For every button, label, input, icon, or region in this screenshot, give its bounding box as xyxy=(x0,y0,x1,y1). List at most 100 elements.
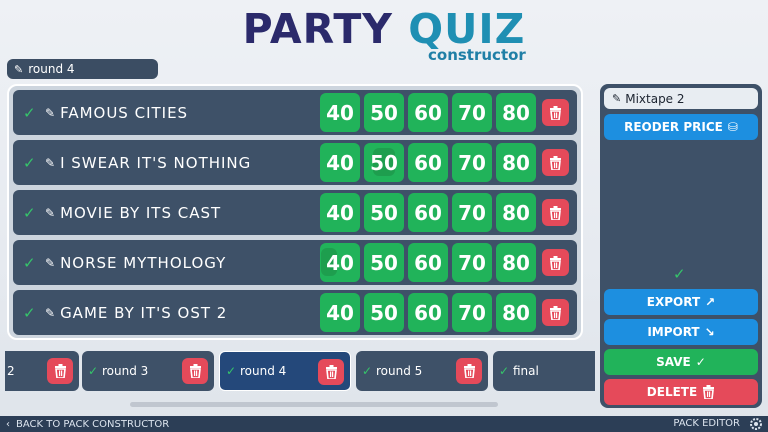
round-tabs: 2 ✓ round 3 ✓ round 4 ✓ round 5 ✓ final xyxy=(5,351,595,391)
logo-title-party: PARTY xyxy=(242,5,409,53)
export-button[interactable]: EXPORT ↗ xyxy=(604,289,758,315)
save-button[interactable]: SAVE ✓ xyxy=(604,349,758,375)
price-buttons: 40 50 60 70 80 xyxy=(320,193,536,232)
check-icon: ✓ xyxy=(362,364,373,378)
price-button[interactable]: 60 xyxy=(408,143,448,182)
pencil-icon[interactable]: ✎ xyxy=(45,306,55,320)
pencil-icon[interactable]: ✎ xyxy=(45,206,55,220)
back-label: BACK TO PACK CONSTRUCTOR xyxy=(16,418,170,430)
price-button[interactable]: 70 xyxy=(452,143,492,182)
check-icon: ✓ xyxy=(23,103,36,122)
price-button[interactable]: 50 xyxy=(364,193,404,232)
export-arrow-icon: ↗ xyxy=(705,295,716,309)
tabs-scrollbar[interactable] xyxy=(130,402,498,407)
round-tab-label: round 3 xyxy=(102,364,149,378)
price-button[interactable]: 70 xyxy=(452,193,492,232)
category-name[interactable]: NORSE MYTHOLOGY xyxy=(60,254,310,272)
reorder-price-label: REODER PRICE xyxy=(624,120,723,134)
pencil-icon: ✎ xyxy=(612,92,622,105)
category-name[interactable]: I SWEAR IT'S NOTHING xyxy=(60,154,310,172)
gear-icon[interactable] xyxy=(749,417,763,431)
logo-subtitle: constructor xyxy=(428,46,526,64)
trash-icon xyxy=(550,205,561,220)
price-button[interactable]: 40 xyxy=(320,193,360,232)
category-name[interactable]: MOVIE BY ITS CAST xyxy=(60,204,310,222)
check-icon: ✓ xyxy=(23,303,36,322)
category-row: ✓ ✎ GAME BY IT'S OST 2 40 50 60 70 80 xyxy=(13,290,577,335)
round-tab[interactable]: ✓ round 5 xyxy=(356,351,488,391)
pack-name-field[interactable]: ✎ Mixtape 2 xyxy=(604,88,758,109)
price-button[interactable]: 60 xyxy=(408,93,448,132)
price-button[interactable]: 80 xyxy=(496,93,536,132)
trash-icon xyxy=(189,364,201,378)
pencil-icon: ✎ xyxy=(14,62,24,76)
pencil-icon[interactable]: ✎ xyxy=(45,156,55,170)
price-button[interactable]: 50 xyxy=(364,143,404,182)
pack-side-panel: ✎ Mixtape 2 REODER PRICE ⛁ ✓ EXPORT ↗ IM… xyxy=(600,84,762,408)
price-button[interactable]: 40 xyxy=(320,93,360,132)
pencil-icon[interactable]: ✎ xyxy=(45,256,55,270)
trash-icon xyxy=(550,105,561,120)
delete-round-button[interactable] xyxy=(318,359,344,385)
trash-icon xyxy=(325,365,337,379)
price-button[interactable]: 40 xyxy=(320,143,360,182)
delete-round-button[interactable] xyxy=(182,358,208,384)
price-button[interactable]: 50 xyxy=(364,93,404,132)
back-link[interactable]: ‹ BACK TO PACK CONSTRUCTOR xyxy=(6,419,169,430)
logo: PARTY QUIZ constructor xyxy=(0,4,768,64)
pack-editor-label: PACK EDITOR xyxy=(673,418,740,429)
trash-icon xyxy=(550,255,561,270)
price-value: 40 xyxy=(326,250,354,275)
reorder-price-button[interactable]: REODER PRICE ⛁ xyxy=(604,114,758,140)
round-name-field[interactable]: ✎ round 4 xyxy=(7,59,158,79)
round-tab[interactable]: 2 xyxy=(5,351,79,391)
chevron-left-icon: ‹ xyxy=(6,418,10,430)
price-button[interactable]: 60 xyxy=(408,293,448,332)
trash-icon xyxy=(550,305,561,320)
category-name[interactable]: FAMOUS CITIES xyxy=(60,104,310,122)
round-tab-label: round 4 xyxy=(240,364,287,378)
import-button[interactable]: IMPORT ↘ xyxy=(604,319,758,345)
check-icon: ✓ xyxy=(226,364,237,378)
trash-icon xyxy=(550,155,561,170)
round-name-text: round 4 xyxy=(28,62,75,76)
app-root: PARTY QUIZ constructor ✎ round 4 ✓ ✎ FAM… xyxy=(0,0,768,432)
price-button[interactable]: 70 xyxy=(452,93,492,132)
price-button[interactable]: 70 xyxy=(452,293,492,332)
logo-title: PARTY QUIZ xyxy=(0,4,768,54)
delete-category-button[interactable] xyxy=(542,299,569,326)
check-icon: ✓ xyxy=(88,364,99,378)
price-button[interactable]: 40 xyxy=(320,293,360,332)
price-button[interactable]: 60 xyxy=(408,193,448,232)
pack-name-text: Mixtape 2 xyxy=(625,91,685,106)
delete-pack-button[interactable]: DELETE xyxy=(604,379,758,405)
pencil-icon[interactable]: ✎ xyxy=(45,106,55,120)
export-label: EXPORT xyxy=(646,295,701,309)
delete-round-button[interactable] xyxy=(47,358,73,384)
delete-round-button[interactable] xyxy=(456,358,482,384)
trash-icon xyxy=(463,364,475,378)
round-tab-label: 2 xyxy=(7,364,15,378)
round-tab-active[interactable]: ✓ round 4 xyxy=(219,351,351,391)
category-name[interactable]: GAME BY IT'S OST 2 xyxy=(60,304,310,322)
price-button[interactable]: 70 xyxy=(452,243,492,282)
check-icon: ✓ xyxy=(673,265,686,283)
round-tab[interactable]: ✓ round 3 xyxy=(82,351,214,391)
price-button[interactable]: 80 xyxy=(496,243,536,282)
price-button[interactable]: 80 xyxy=(496,293,536,332)
price-buttons: 40 50 60 70 80 xyxy=(320,293,536,332)
delete-label: DELETE xyxy=(646,385,698,399)
delete-category-button[interactable] xyxy=(542,99,569,126)
round-tab[interactable]: ✓ final xyxy=(493,351,595,391)
price-button[interactable]: 80 xyxy=(496,193,536,232)
price-button[interactable]: 50 xyxy=(364,293,404,332)
price-button[interactable]: 60 xyxy=(408,243,448,282)
trash-icon xyxy=(54,364,66,378)
price-button[interactable]: 80 xyxy=(496,143,536,182)
delete-category-button[interactable] xyxy=(542,199,569,226)
delete-category-button[interactable] xyxy=(542,149,569,176)
category-row: ✓ ✎ FAMOUS CITIES 40 50 60 70 80 xyxy=(13,90,577,135)
delete-category-button[interactable] xyxy=(542,249,569,276)
price-button[interactable]: 50 xyxy=(364,243,404,282)
price-button[interactable]: 40 xyxy=(320,243,360,282)
